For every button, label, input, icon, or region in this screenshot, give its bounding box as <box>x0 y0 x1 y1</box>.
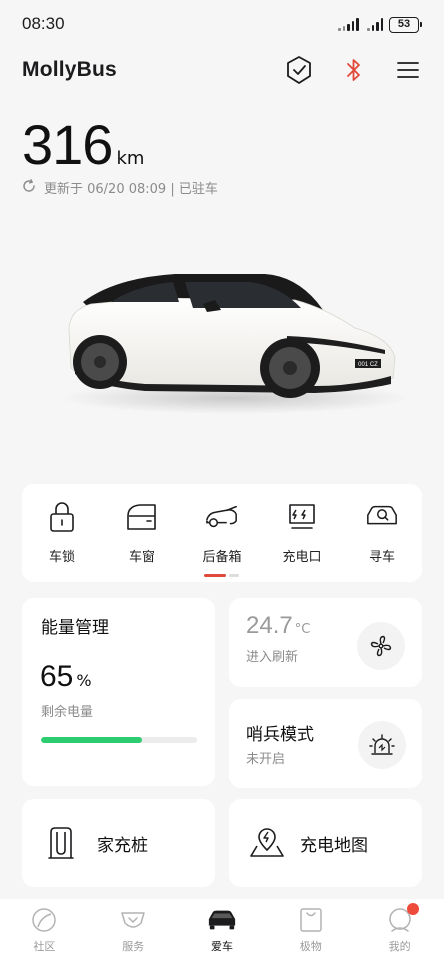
find-car-control[interactable]: 寻车 <box>342 484 422 582</box>
shield-check-icon[interactable] <box>283 54 315 86</box>
cellular-signal-icon-2 <box>367 17 383 31</box>
bluetooth-icon[interactable] <box>338 54 370 86</box>
nav-car[interactable]: 爱车 <box>178 899 267 960</box>
car-icon <box>207 905 237 935</box>
menu-icon[interactable] <box>392 54 424 86</box>
controls-page-indicator <box>204 574 239 577</box>
battery-bar-fill <box>41 737 143 743</box>
home-charger-card[interactable]: 家充桩 <box>22 799 215 887</box>
status-bar: 08:30 53 <box>0 0 444 50</box>
battery-percent: 65 % <box>40 660 92 694</box>
energy-management-card[interactable]: 能量管理 65 % 剩余电量 <box>22 598 215 786</box>
range-display: 316 km <box>22 112 144 177</box>
energy-subtitle: 剩余电量 <box>41 705 94 720</box>
status-time: 08:30 <box>22 14 65 33</box>
nav-community[interactable]: 社区 <box>0 899 89 960</box>
refresh-icon[interactable] <box>22 178 36 197</box>
lock-icon <box>45 500 79 534</box>
sentry-title: 哨兵模式 <box>246 725 314 745</box>
siren-icon[interactable] <box>358 721 406 769</box>
range-unit: km <box>116 148 145 169</box>
notification-badge <box>407 903 420 915</box>
nav-label: 极物 <box>299 940 322 953</box>
shopping-bag-icon <box>296 905 326 935</box>
temperature-value: 24.7 <box>246 612 293 639</box>
battery-percent-value: 65 <box>40 660 74 693</box>
nav-service[interactable]: 服务 <box>89 899 178 960</box>
license-plate: 001 CZ <box>358 362 378 368</box>
charge-port-control[interactable]: 充电口 <box>262 484 342 582</box>
fan-icon[interactable] <box>357 622 405 670</box>
community-icon <box>29 905 59 935</box>
battery-bar <box>41 737 197 743</box>
nav-label: 社区 <box>33 940 56 953</box>
climate-subtitle: 进入刷新 <box>246 650 299 665</box>
service-icon <box>118 905 148 935</box>
charge-port-icon <box>285 500 319 534</box>
update-text: 更新于 06/20 08:09 | 已驻车 <box>44 182 218 197</box>
cellular-signal-icon <box>338 17 359 31</box>
nav-profile[interactable]: 我的 <box>355 899 444 960</box>
trunk-label: 后备箱 <box>202 550 242 565</box>
car-window-icon <box>125 500 159 534</box>
trunk-control[interactable]: 后备箱 <box>182 484 262 582</box>
charging-map-icon <box>247 823 287 863</box>
bottom-navigation: 社区 服务 爱车 极物 我的 <box>0 899 444 960</box>
home-charger-icon <box>41 823 81 863</box>
charge-port-label: 充电口 <box>282 550 322 565</box>
battery-indicator: 53 <box>389 17 422 33</box>
nav-label: 服务 <box>122 940 145 953</box>
trunk-icon <box>205 500 239 534</box>
update-status[interactable]: 更新于 06/20 08:09 | 已驻车 <box>22 178 218 197</box>
window-control[interactable]: 车窗 <box>102 484 182 582</box>
car-image[interactable]: 001 CZ <box>55 258 410 428</box>
app-title: MollyBus <box>22 58 117 81</box>
sentry-mode-card[interactable]: 哨兵模式 未开启 <box>229 699 422 788</box>
nav-shop[interactable]: 极物 <box>266 899 355 960</box>
vehicle-controls: 车锁 车窗 后备箱 充电口 寻车 <box>22 484 422 582</box>
lock-label: 车锁 <box>48 550 75 565</box>
page-dot <box>229 574 239 577</box>
find-car-icon <box>365 500 399 534</box>
temperature: 24.7 °C <box>246 612 310 640</box>
charging-map-card[interactable]: 充电地图 <box>229 799 422 887</box>
window-label: 车窗 <box>128 550 155 565</box>
lock-control[interactable]: 车锁 <box>22 484 102 582</box>
sentry-subtitle: 未开启 <box>246 752 286 767</box>
charging-map-label: 充电地图 <box>300 835 368 856</box>
home-charger-label: 家充桩 <box>97 835 148 856</box>
climate-card[interactable]: 24.7 °C 进入刷新 <box>229 598 422 687</box>
range-value: 316 <box>22 113 113 176</box>
temperature-unit: °C <box>294 622 311 637</box>
nav-label: 我的 <box>388 940 411 953</box>
energy-title: 能量管理 <box>41 618 109 638</box>
page-dot-active <box>204 574 226 577</box>
nav-label: 爱车 <box>210 940 233 953</box>
find-car-label: 寻车 <box>368 550 395 565</box>
battery-percent-unit: % <box>76 671 92 690</box>
